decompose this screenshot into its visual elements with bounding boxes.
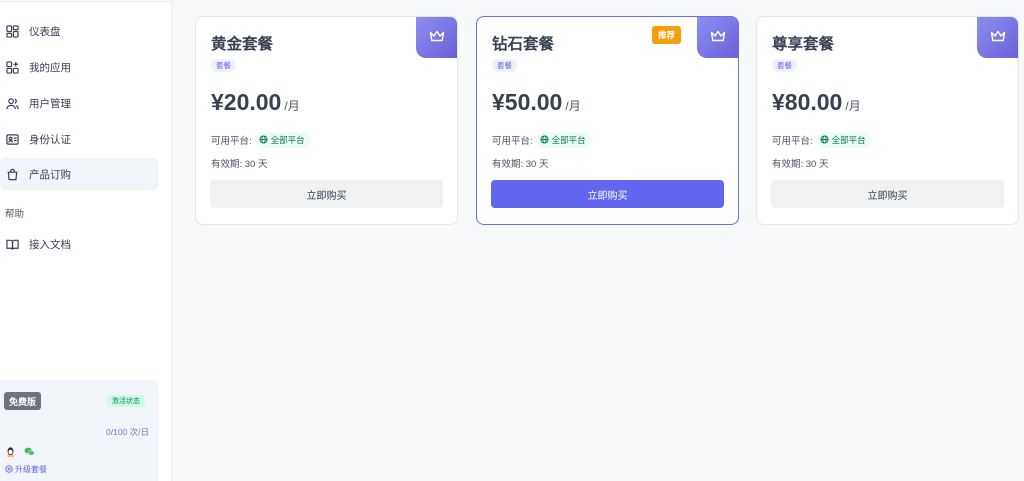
platform-label: 可用平台: [492, 136, 533, 147]
platform-tag: 全部平台 [254, 132, 311, 148]
sidebar-item-label: 产品订购 [29, 168, 71, 181]
plan-title: 黄金套餐 [211, 36, 274, 53]
sidebar-item-product-order[interactable]: 产品订购 [0, 158, 159, 190]
sidebar-item-label: 仪表盘 [29, 25, 61, 38]
status-badge: 激活状态 [107, 395, 145, 407]
platform-value: 全部平台 [551, 135, 586, 145]
price-amount: ¥50.00 [492, 89, 563, 115]
plan-validity: 有效期: 30 天 [492, 159, 549, 170]
globe-icon [259, 134, 268, 146]
usage-quota: 0/100 次/日 [106, 427, 149, 437]
plan-price: ¥80.00 /月 [772, 89, 861, 116]
sidebar-top-divider [0, 0, 172, 2]
sidebar-item-label: 身份认证 [29, 133, 71, 146]
upgrade-plan-link[interactable]: 升级套餐 [5, 464, 47, 475]
plan-validity: 有效期: 30 天 [211, 159, 268, 170]
plan-tag: 套餐 [211, 59, 236, 72]
available-platforms: 可用平台: 全部平台 [772, 132, 872, 148]
sidebar-item-label: 用户管理 [29, 97, 71, 110]
plan-card-diamond: 推荐 钻石套餐 套餐 ¥50.00 /月 可用平台: 全部平台 有效期: 30 … [476, 16, 739, 225]
sidebar-item-label: 我的应用 [29, 61, 71, 74]
sidebar-item-label: 接入文档 [29, 238, 71, 251]
qq-icon[interactable] [5, 444, 16, 462]
sidebar-item-docs[interactable]: 接入文档 [0, 228, 159, 260]
price-unit: /月 [284, 99, 300, 113]
crown-badge [977, 17, 1018, 58]
plan-title: 钻石套餐 [492, 36, 555, 53]
wechat-icon[interactable] [24, 444, 35, 462]
platform-tag: 全部平台 [815, 132, 872, 148]
price-unit: /月 [565, 99, 581, 113]
plan-status-panel: 免费版 激活状态 0/100 次/日 升级套餐 [0, 380, 159, 481]
platform-label: 可用平台: [772, 136, 813, 147]
recommended-badge: 推荐 [652, 26, 682, 44]
plan-tag: 套餐 [772, 59, 797, 72]
users-icon [6, 97, 19, 110]
globe-icon [820, 134, 829, 146]
buy-now-button[interactable]: 立即购买 [491, 180, 724, 208]
upgrade-plan-label: 升级套餐 [15, 465, 47, 474]
price-amount: ¥80.00 [772, 89, 843, 115]
plan-price: ¥20.00 /月 [211, 89, 300, 116]
buy-now-button[interactable]: 立即购买 [210, 180, 443, 208]
sidebar-item-dashboard[interactable]: 仪表盘 [0, 15, 159, 47]
plan-price: ¥50.00 /月 [492, 89, 581, 116]
crown-icon [710, 29, 726, 47]
crown-icon [429, 29, 445, 47]
contact-icons [5, 444, 35, 462]
shopping-bag-icon [6, 168, 19, 181]
plan-card-gold: 黄金套餐 套餐 ¥20.00 /月 可用平台: 全部平台 有效期: 30 天 立… [195, 16, 458, 225]
apps-icon [6, 60, 19, 74]
help-section-label: 帮助 [5, 209, 25, 220]
price-unit: /月 [845, 99, 861, 113]
crown-icon [990, 29, 1006, 47]
platform-tag: 全部平台 [535, 132, 592, 148]
buy-now-button[interactable]: 立即购买 [771, 180, 1004, 208]
plus-circle-icon [5, 464, 13, 475]
platform-value: 全部平台 [831, 135, 866, 145]
plan-name-badge: 免费版 [4, 392, 42, 410]
crown-badge [697, 17, 738, 58]
id-card-icon [6, 133, 19, 146]
platform-value: 全部平台 [270, 135, 305, 145]
dashboard-icon [6, 24, 19, 38]
sidebar-item-identity[interactable]: 身份认证 [0, 123, 159, 155]
available-platforms: 可用平台: 全部平台 [211, 132, 311, 148]
available-platforms: 可用平台: 全部平台 [492, 132, 592, 148]
plan-title: 尊享套餐 [772, 36, 835, 53]
plan-card-premium: 尊享套餐 套餐 ¥80.00 /月 可用平台: 全部平台 有效期: 30 天 立… [756, 16, 1019, 225]
sidebar: 仪表盘 我的应用 用户管理 身份认证 产品订购 帮助 接入文档 免费版 激活状态 [0, 0, 172, 481]
sidebar-item-my-apps[interactable]: 我的应用 [0, 51, 159, 83]
crown-badge [416, 17, 457, 58]
price-amount: ¥20.00 [211, 89, 282, 115]
plan-tag: 套餐 [492, 59, 517, 72]
book-icon [6, 238, 19, 251]
plan-validity: 有效期: 30 天 [772, 159, 829, 170]
sidebar-item-user-management[interactable]: 用户管理 [0, 87, 159, 119]
platform-label: 可用平台: [211, 136, 252, 147]
globe-icon [540, 134, 549, 146]
